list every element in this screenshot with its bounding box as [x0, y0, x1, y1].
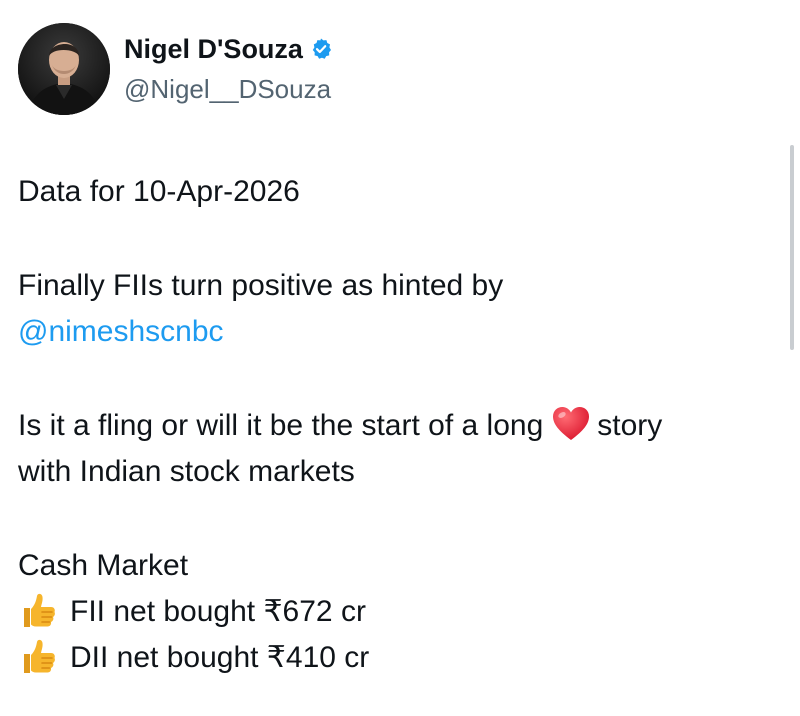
- author-display-name[interactable]: Nigel D'Souza: [124, 32, 303, 66]
- author-handle[interactable]: @Nigel__DSouza: [124, 72, 331, 106]
- fii-item-text: FII net bought ₹672 cr: [70, 595, 366, 628]
- tweet-line-indian-markets: with Indian stock markets: [18, 455, 355, 488]
- verified-badge-icon[interactable]: [309, 37, 333, 61]
- author-name-row: Nigel D'Souza: [124, 32, 333, 66]
- scrollbar[interactable]: [790, 145, 794, 350]
- profile-photo-avatar-icon: [18, 23, 110, 115]
- list-item: FII net bought ₹672 cr: [18, 589, 778, 635]
- tweet-line-fii-positive: Finally FIIs turn positive as hinted by: [18, 269, 504, 302]
- tweet-text: Data for 10-Apr-2026 Finally FIIs turn p…: [18, 169, 778, 681]
- tweet-line-fling: Is it a fling or will it be the start of…: [18, 403, 778, 449]
- red-heart-icon: [551, 405, 591, 443]
- tweet-line-date: Data for 10-Apr-2026: [18, 175, 300, 208]
- mention-link[interactable]: @nimeshscnbc: [18, 315, 224, 348]
- fling-text-after: story: [597, 409, 663, 442]
- fling-text-before: Is it a fling or will it be the start of…: [18, 409, 544, 442]
- section-title-cash-market: Cash Market: [18, 549, 189, 582]
- author-avatar[interactable]: [18, 23, 110, 115]
- thumbs-up-icon: [18, 636, 58, 676]
- list-item: DII net bought ₹410 cr: [18, 635, 778, 681]
- dii-item-text: DII net bought ₹410 cr: [70, 641, 370, 674]
- thumbs-up-icon: [18, 590, 58, 630]
- tweet-card: Nigel D'Souza @Nigel__DSouza Data for 10…: [0, 0, 800, 716]
